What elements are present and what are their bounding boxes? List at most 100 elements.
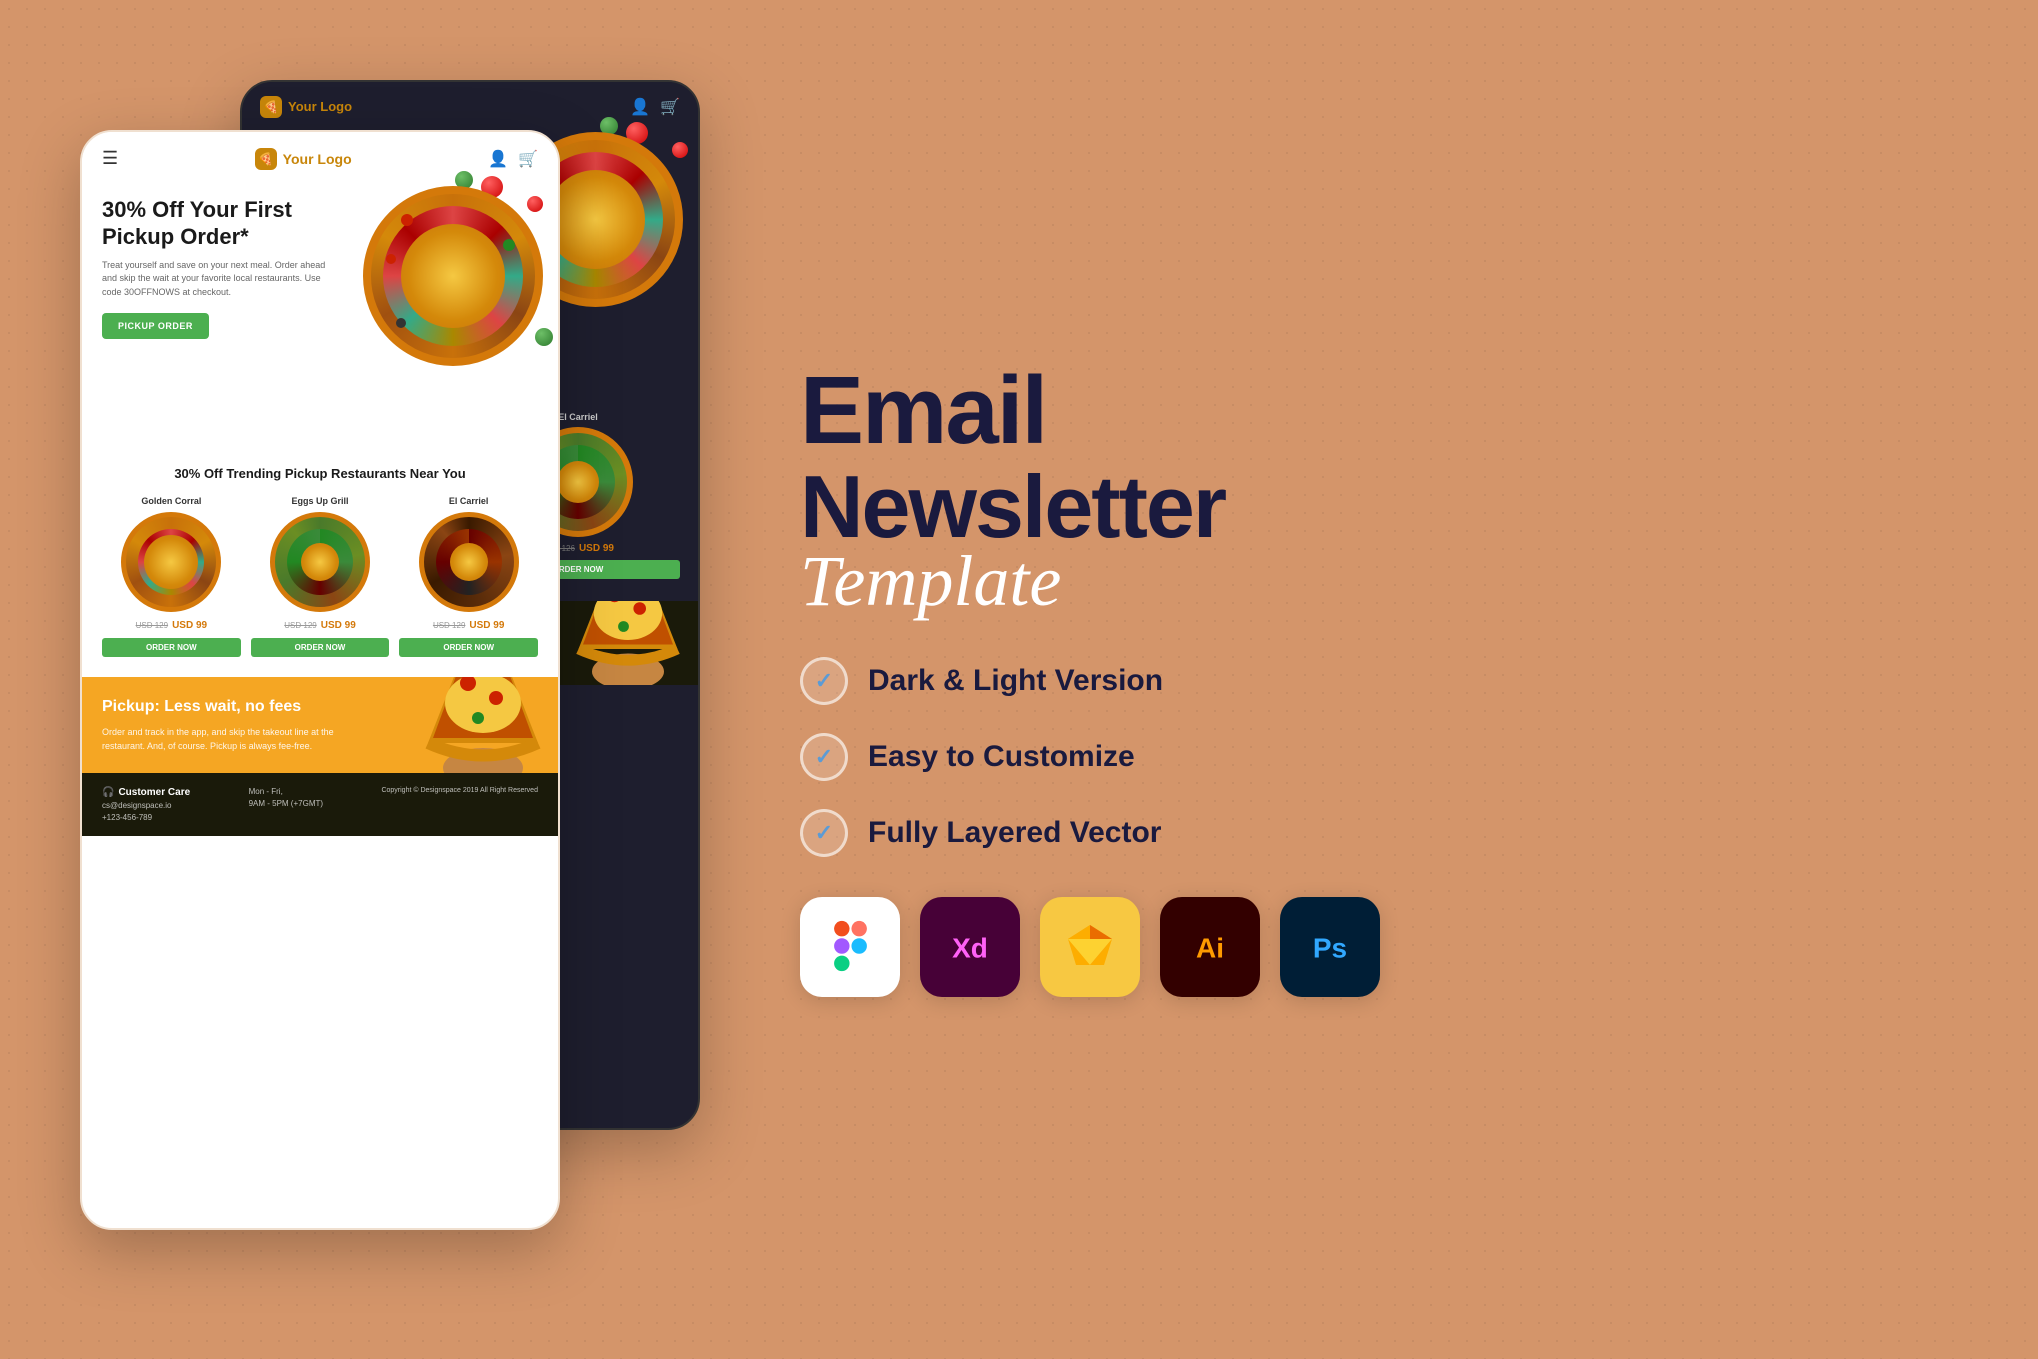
pizza-main [363, 186, 543, 366]
price-new-3: USD 99 [469, 620, 504, 631]
order-button-3[interactable]: ORDER NOW [399, 638, 538, 657]
light-logo: 🍕 Your Logo [255, 148, 352, 170]
menu-icon: ☰ [102, 148, 118, 169]
price-old-2: USD 129 [284, 621, 316, 630]
ps-svg: Ps [1300, 917, 1360, 977]
feature-check-2: ✓ [800, 733, 848, 781]
figma-svg [823, 919, 878, 974]
footer-hours-label: Mon - Fri, [249, 787, 323, 796]
customer-care-label: 🎧 Customer Care [102, 787, 190, 798]
hero-text: 30% Off Your First Pickup Order* Treat y… [102, 196, 342, 340]
dark-pizza-slice-svg [558, 601, 698, 685]
footer-hours: 9AM - 5PM (+7GMT) [249, 799, 323, 808]
order-button-2[interactable]: ORDER NOW [251, 638, 390, 657]
title-newsletter: Newsletter [800, 463, 1958, 551]
topping-3 [503, 239, 515, 251]
pizza-thumb-container-1 [121, 512, 221, 612]
title-template: Template [800, 545, 1958, 617]
dark-user-icon: 👤 [630, 97, 650, 117]
tool-figma [800, 897, 900, 997]
order-button-1[interactable]: ORDER NOW [102, 638, 241, 657]
restaurant-grid: Golden Corral USD 129 USD 99 [102, 496, 538, 657]
logo-text: Your Logo [283, 151, 352, 167]
hero-pizza [353, 166, 558, 366]
ai-svg: Ai [1180, 917, 1240, 977]
tool-sketch [1040, 897, 1140, 997]
dark-pizza-slice [558, 601, 698, 685]
feature-check-3: ✓ [800, 809, 848, 857]
restaurant-card-1: Golden Corral USD 129 USD 99 [102, 496, 241, 657]
pickup-banner-desc: Order and track in the app, and skip the… [102, 726, 342, 753]
logo-icon: 🍕 [255, 148, 277, 170]
title-block: Email Newsletter Template [800, 363, 1958, 617]
pickup-order-button[interactable]: PICKUP ORDER [102, 313, 209, 339]
title-email: Email [800, 363, 1958, 459]
sketch-svg [1060, 917, 1120, 977]
dark-cart-icon: 🛒 [660, 97, 680, 117]
restaurant-name-1: Golden Corral [102, 496, 241, 506]
price-row-1: USD 129 USD 99 [102, 620, 241, 631]
dark-tomato-2 [672, 142, 688, 158]
feature-item-2: ✓ Easy to Customize [800, 733, 1958, 781]
light-phone: ☰ 🍕 Your Logo 👤 🛒 30% Off Your First Pic… [80, 130, 560, 1230]
pizza-thumb-container-3 [419, 512, 519, 612]
footer-col-1: 🎧 Customer Care cs@designspace.io +123-4… [102, 787, 190, 822]
xd-svg: Xd [940, 917, 1000, 977]
footer-email: cs@designspace.io [102, 801, 190, 810]
light-hero: 30% Off Your First Pickup Order* Treat y… [82, 186, 558, 446]
tool-ps: Ps [1280, 897, 1380, 997]
pickup-banner: Pickup: Less wait, no fees Order and tra… [82, 677, 558, 773]
pizza-slice-deco [408, 677, 558, 773]
dark-logo-text: Your Logo [288, 99, 352, 114]
feature-check-1: ✓ [800, 657, 848, 705]
price-old-3: USD 129 [433, 621, 465, 630]
price-old-1: USD 129 [136, 621, 168, 630]
footer-phone: +123-456-789 [102, 813, 190, 822]
restaurant-card-3: El Carriel USD 129 USD 99 [399, 496, 538, 657]
dark-header-icons: 👤 🛒 [630, 97, 680, 117]
restaurant-name-2: Eggs Up Grill [251, 496, 390, 506]
feature-label-3: Fully Layered Vector [868, 816, 1161, 850]
dark-logo-icon: 🍕 [260, 96, 282, 118]
light-phone-footer: 🎧 Customer Care cs@designspace.io +123-4… [82, 773, 558, 836]
restaurant-card-2: Eggs Up Grill USD 129 USD 99 [251, 496, 390, 657]
pickup-banner-title: Pickup: Less wait, no fees [102, 697, 342, 718]
feature-label-1: Dark & Light Version [868, 664, 1163, 698]
phones-container: ☰ 🍕 Your Logo 👤 🛒 30% Off Your First Pic… [80, 50, 700, 1310]
pizza-thumb-container-2 [270, 512, 370, 612]
checkmark-icon-2: ✓ [815, 744, 833, 770]
hero-desc: Treat yourself and save on your next mea… [102, 259, 342, 300]
topping-1 [401, 214, 413, 226]
price-new-1: USD 99 [172, 620, 207, 631]
topping-2 [386, 254, 396, 264]
footer-col-2: Mon - Fri, 9AM - 5PM (+7GMT) [249, 787, 323, 822]
tools-row: Xd Ai Ps [800, 897, 1958, 997]
pizza-slice-svg [408, 677, 558, 773]
feature-label-2: Easy to Customize [868, 740, 1135, 774]
main-container: ☰ 🍕 Your Logo 👤 🛒 30% Off Your First Pic… [0, 0, 2038, 1359]
svg-text:Ps: Ps [1313, 932, 1347, 963]
info-section: Email Newsletter Template ✓ Dark & Light… [760, 363, 1958, 997]
checkmark-icon-3: ✓ [815, 820, 833, 846]
restaurant-name-3: El Carriel [399, 496, 538, 506]
footer-copyright: Copyright © Designspace 2019 All Right R… [381, 787, 538, 794]
svg-text:Xd: Xd [952, 932, 988, 963]
trending-title: 30% Off Trending Pickup Restaurants Near… [102, 466, 538, 483]
feature-item-3: ✓ Fully Layered Vector [800, 809, 1958, 857]
checkmark-icon-1: ✓ [815, 668, 833, 694]
features-list: ✓ Dark & Light Version ✓ Easy to Customi… [800, 657, 1958, 857]
dark-logo: 🍕 Your Logo [260, 96, 352, 118]
tool-ai: Ai [1160, 897, 1260, 997]
price-row-2: USD 129 USD 99 [251, 620, 390, 631]
footer-col-3: Copyright © Designspace 2019 All Right R… [381, 787, 538, 822]
hero-title: 30% Off Your First Pickup Order* [102, 196, 342, 251]
dark-price-new-2: USD 99 [579, 543, 614, 554]
topping-4 [396, 318, 406, 328]
trending-section: 30% Off Trending Pickup Restaurants Near… [82, 446, 558, 668]
svg-text:Ai: Ai [1196, 932, 1224, 963]
tool-xd: Xd [920, 897, 1020, 997]
headset-icon: 🎧 [102, 787, 114, 798]
price-row-3: USD 129 USD 99 [399, 620, 538, 631]
price-new-2: USD 99 [321, 620, 356, 631]
feature-item-1: ✓ Dark & Light Version [800, 657, 1958, 705]
